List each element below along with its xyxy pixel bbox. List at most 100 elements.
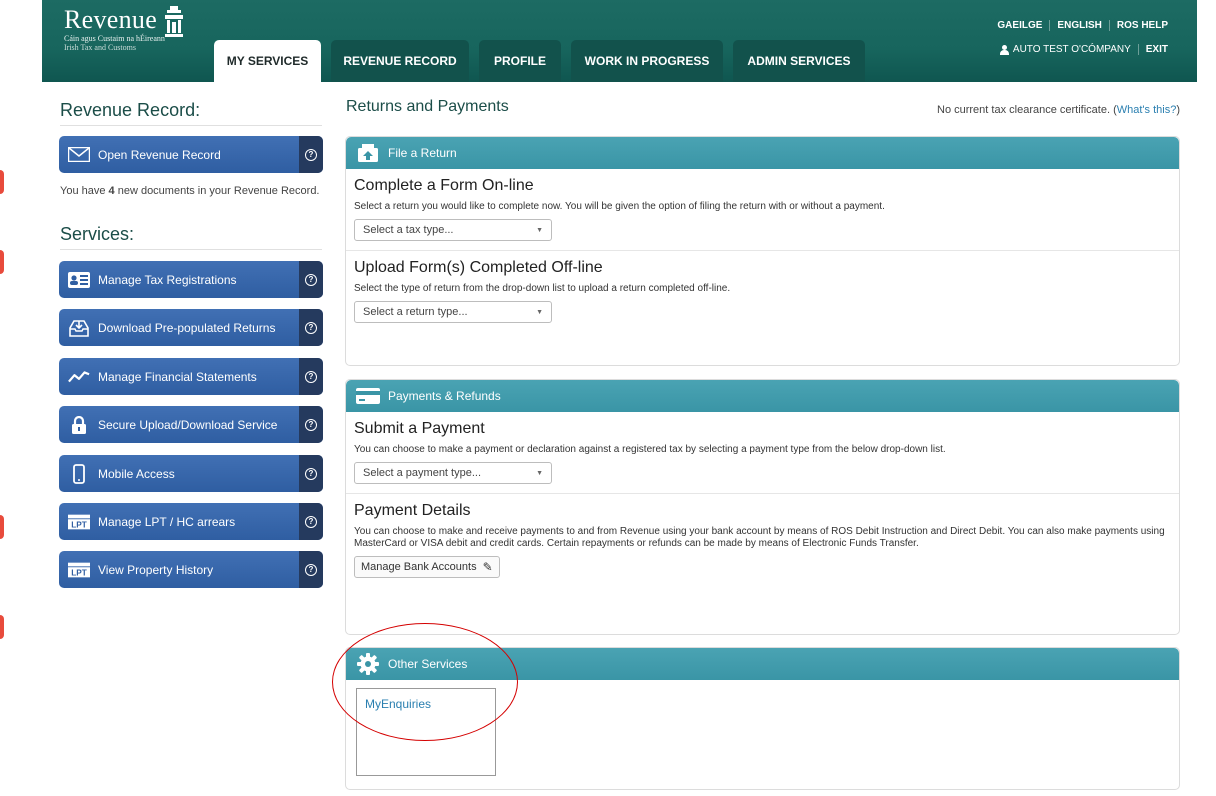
complete-form-online-section: Complete a Form On-line Select a return …	[346, 169, 1179, 251]
other-services-header: Other Services	[346, 648, 1179, 680]
logo-irish-subtitle: Cáin agus Custaim na hÉireann	[64, 34, 165, 43]
tax-clearance-status: No current tax clearance certificate. (W…	[937, 104, 1180, 116]
section-description: Select the type of return from the drop-…	[354, 283, 731, 294]
myenquiries-link[interactable]: MyEnquiries	[365, 697, 431, 711]
section-title: Payment Details	[354, 502, 471, 519]
panel-title: Payments & Refunds	[388, 389, 501, 403]
revenue-logo[interactable]: Revenue Cáin agus Custaim na hÉireann Ir…	[64, 5, 183, 52]
help-button[interactable]: ?	[299, 136, 323, 173]
secure-upload-download-button[interactable]: Secure Upload/Download Service ?	[59, 406, 323, 443]
submit-payment-section: Submit a Payment You can choose to make …	[346, 412, 1179, 494]
help-icon: ?	[305, 515, 317, 528]
user-icon	[999, 44, 1009, 55]
payment-type-select[interactable]: Select a payment type... ▼	[354, 462, 552, 484]
line-chart-icon	[68, 368, 90, 386]
open-revenue-record-button[interactable]: Open Revenue Record ?	[59, 136, 323, 173]
help-icon: ?	[305, 273, 317, 286]
section-description: You can choose to make a payment or decl…	[354, 444, 946, 455]
help-button[interactable]: ?	[299, 358, 323, 395]
help-button[interactable]: ?	[299, 406, 323, 443]
dropdown-arrow-icon: ▼	[536, 308, 543, 316]
file-return-panel: File a Return Complete a Form On-line Se…	[345, 136, 1180, 366]
help-button[interactable]: ?	[299, 503, 323, 540]
section-title: Complete a Form On-line	[354, 177, 534, 194]
manage-lpt-hc-arrears-button[interactable]: LPT Manage LPT / HC arrears ?	[59, 503, 323, 540]
download-prepopulated-returns-button[interactable]: Download Pre-populated Returns ?	[59, 309, 323, 346]
button-label: Manage Financial Statements	[98, 369, 257, 384]
svg-text:LPT: LPT	[71, 520, 87, 529]
language-help-links: GAEILGE ENGLISH ROS HELP	[990, 20, 1175, 31]
harp-icon	[164, 6, 184, 38]
new-documents-note: You have 4 new documents in your Revenue…	[60, 185, 322, 197]
payment-details-section: Payment Details You can choose to make a…	[346, 494, 1179, 587]
button-label: Secure Upload/Download Service	[98, 417, 278, 432]
link-english[interactable]: ENGLISH	[1049, 20, 1108, 31]
pencil-icon: ✎	[482, 560, 493, 574]
help-icon: ?	[305, 467, 317, 480]
button-label: Mobile Access	[98, 466, 175, 481]
mobile-phone-icon	[68, 463, 90, 484]
whats-this-link[interactable]: What's this?	[1117, 104, 1177, 116]
manage-tax-registrations-button[interactable]: Manage Tax Registrations ?	[59, 261, 323, 298]
logo-wordmark: Revenue	[64, 5, 158, 34]
button-label: Open Revenue Record	[98, 147, 221, 162]
manage-bank-accounts-button[interactable]: Manage Bank Accounts ✎	[354, 556, 500, 578]
revenue-record-heading: Revenue Record:	[60, 100, 322, 126]
button-label: Manage Bank Accounts	[361, 561, 477, 573]
help-button[interactable]: ?	[299, 261, 323, 298]
lpt-icon: LPT	[68, 513, 90, 531]
payments-refunds-panel: Payments & Refunds Submit a Payment You …	[345, 379, 1180, 635]
user-name: AUTO TEST O'CÓMPANY	[1012, 44, 1131, 55]
download-tray-icon	[68, 319, 90, 337]
link-gaeilge[interactable]: GAEILGE	[990, 20, 1049, 31]
help-button[interactable]: ?	[299, 551, 323, 588]
upload-box-icon	[356, 143, 380, 163]
site-header: Revenue Cáin agus Custaim na hÉireann Ir…	[42, 0, 1197, 82]
tab-profile[interactable]: PROFILE	[479, 40, 561, 82]
tax-type-select[interactable]: Select a tax type... ▼	[354, 219, 552, 241]
tab-admin-services[interactable]: ADMIN SERVICES	[733, 40, 865, 82]
returns-payments-heading: Returns and Payments	[346, 98, 509, 115]
edge-marker	[0, 515, 4, 539]
dropdown-arrow-icon: ▼	[536, 226, 543, 234]
help-button[interactable]: ?	[299, 309, 323, 346]
tab-label: PROFILE	[493, 54, 546, 68]
edge-marker	[0, 170, 4, 194]
help-button[interactable]: ?	[299, 455, 323, 492]
help-icon: ?	[305, 370, 317, 383]
section-title: Upload Form(s) Completed Off-line	[354, 259, 603, 276]
lpt-icon: LPT	[68, 561, 90, 579]
upload-offline-section: Upload Form(s) Completed Off-line Select…	[346, 251, 1179, 332]
select-value: Select a return type...	[363, 306, 468, 318]
tab-my-services[interactable]: MY SERVICES	[214, 40, 321, 82]
gear-icon	[356, 653, 380, 675]
clearance-text: No current tax clearance certificate. (	[937, 104, 1117, 116]
button-label: View Property History	[98, 562, 214, 577]
help-icon: ?	[305, 418, 317, 431]
section-description: You can choose to make and receive payme…	[354, 526, 1165, 549]
clearance-text: )	[1176, 104, 1180, 116]
manage-financial-statements-button[interactable]: Manage Financial Statements ?	[59, 358, 323, 395]
help-icon: ?	[305, 563, 317, 576]
note-text: new documents in your Revenue Record.	[114, 185, 320, 197]
tab-work-in-progress[interactable]: WORK IN PROGRESS	[571, 40, 723, 82]
other-services-panel: Other Services MyEnquiries	[345, 647, 1180, 790]
mobile-access-button[interactable]: Mobile Access ?	[59, 455, 323, 492]
button-label: Manage LPT / HC arrears	[98, 514, 236, 529]
tab-label: WORK IN PROGRESS	[584, 54, 710, 68]
panel-title: Other Services	[388, 657, 468, 671]
view-property-history-button[interactable]: LPT View Property History ?	[59, 551, 323, 588]
button-label: Manage Tax Registrations	[98, 272, 237, 287]
tab-revenue-record[interactable]: REVENUE RECORD	[331, 40, 469, 82]
button-label: Download Pre-populated Returns	[98, 320, 276, 335]
other-services-box: MyEnquiries	[356, 688, 496, 776]
panel-title: File a Return	[388, 146, 457, 160]
exit-link[interactable]: EXIT	[1137, 44, 1175, 55]
edge-marker	[0, 615, 4, 639]
tab-label: ADMIN SERVICES	[747, 54, 851, 68]
select-value: Select a tax type...	[363, 224, 454, 236]
return-type-select[interactable]: Select a return type... ▼	[354, 301, 552, 323]
help-icon: ?	[305, 321, 317, 334]
credit-card-icon	[356, 386, 380, 406]
link-ros-help[interactable]: ROS HELP	[1108, 20, 1175, 31]
